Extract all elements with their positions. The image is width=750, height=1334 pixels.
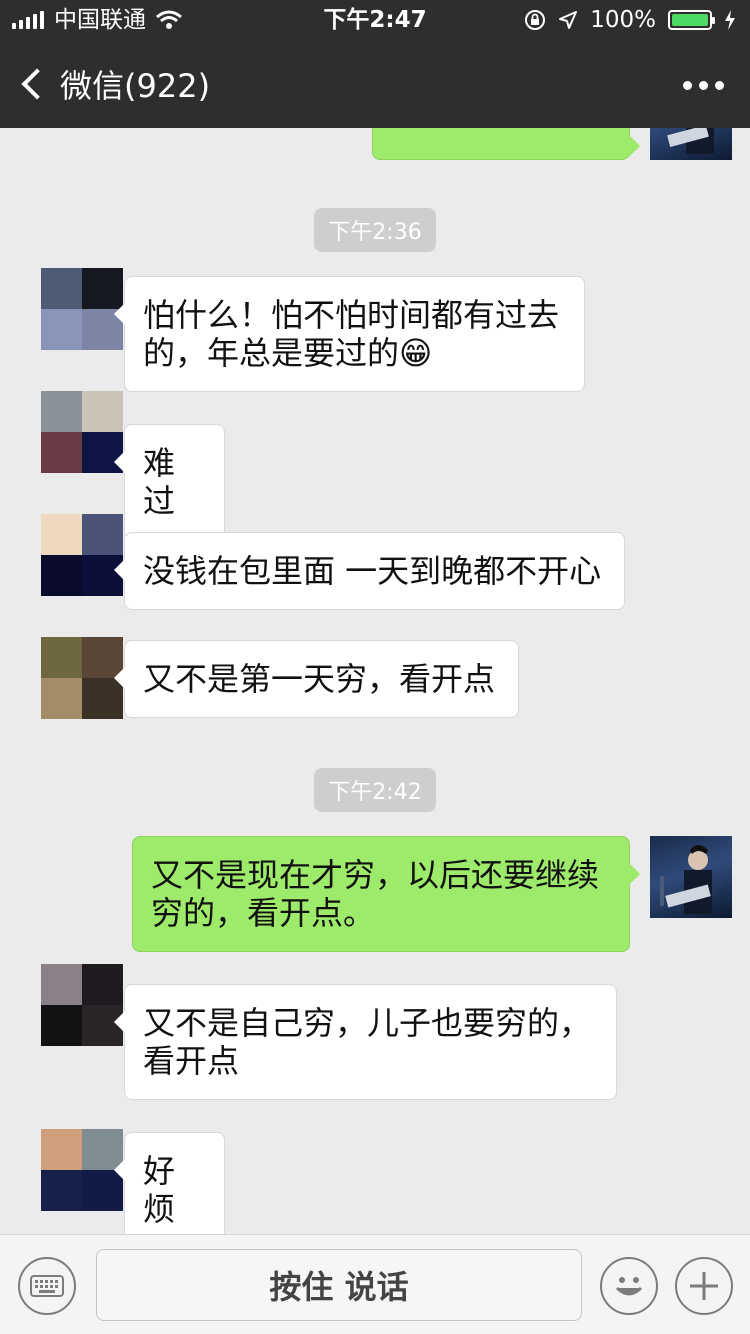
message-text: 又不是自己穷，儿子也要穷的，看开点	[143, 1004, 592, 1080]
status-right: 100%	[524, 0, 736, 40]
dot-icon	[683, 80, 692, 90]
message-text: 又不是第一天穷，看开点	[143, 660, 496, 698]
carrier-label: 中国联通	[54, 7, 146, 33]
timestamp-label: 下午2:36	[314, 208, 436, 252]
message-bubble[interactable]: 又不是现在才穷，以后还要继续穷的，看开点。	[132, 836, 640, 952]
dot-icon	[715, 80, 724, 90]
timestamp: 下午2:36	[0, 208, 750, 252]
more-options-button[interactable]	[683, 70, 724, 100]
my-avatar[interactable]	[650, 836, 732, 918]
back-label: 微信(922)	[60, 67, 211, 105]
battery-percent: 100%	[590, 7, 656, 33]
contact-avatar[interactable]	[41, 1129, 123, 1211]
timestamp-label: 下午2:42	[314, 768, 436, 812]
contact-avatar[interactable]	[41, 268, 123, 350]
battery-icon	[668, 10, 715, 30]
charging-bolt-icon	[725, 10, 735, 30]
person-icon	[667, 128, 714, 154]
nav-bar: 微信(922)	[0, 44, 750, 124]
location-arrow-icon	[559, 11, 578, 29]
message-text: 好烦	[143, 1152, 176, 1228]
hold-to-talk-label: 按住 说话	[269, 1268, 409, 1306]
my-avatar[interactable]	[650, 128, 732, 160]
message-bubble[interactable]: 没钱在包里面 一天到晚都不开心	[114, 532, 625, 610]
timestamp: 下午2:42	[0, 768, 750, 812]
chat-area[interactable]: 下午2:36 怕什么！怕不怕时间都有过去的，年总是要过的😁 难过 没钱在包里面 …	[0, 128, 750, 1234]
keyboard-toggle-button[interactable]	[18, 1257, 76, 1315]
signal-icon	[12, 11, 44, 29]
contact-avatar[interactable]	[41, 391, 123, 473]
hold-to-talk-button[interactable]: 按住 说话	[96, 1249, 582, 1321]
message-bubble[interactable]: 好烦	[114, 1132, 225, 1234]
message-text: 怕什么！怕不怕时间都有过去的，年总是要过的😁	[143, 296, 560, 372]
message-bubble[interactable]: 又不是自己穷，儿子也要穷的，看开点	[114, 984, 617, 1100]
orientation-lock-icon	[525, 10, 546, 30]
person-icon	[660, 845, 712, 914]
smiley-icon	[615, 1277, 643, 1296]
plus-icon	[690, 1272, 718, 1300]
more-functions-button[interactable]	[675, 1257, 733, 1315]
message-bubble-partial[interactable]	[372, 128, 640, 160]
message-bubble[interactable]: 怕什么！怕不怕时间都有过去的，年总是要过的😁	[114, 276, 585, 392]
back-button[interactable]: 微信(922)	[18, 62, 210, 106]
contact-avatar[interactable]	[41, 514, 123, 596]
chevron-left-icon	[21, 68, 53, 100]
status-left: 中国联通	[12, 0, 182, 40]
message-bubble[interactable]: 又不是第一天穷，看开点	[114, 640, 519, 718]
input-bar: 按住 说话	[0, 1234, 750, 1334]
emoji-button[interactable]	[600, 1257, 658, 1315]
keyboard-icon	[30, 1275, 64, 1297]
wifi-icon	[156, 10, 182, 29]
message-text: 又不是现在才穷，以后还要继续穷的，看开点。	[151, 856, 600, 932]
dot-icon	[699, 80, 708, 90]
message-text: 没钱在包里面 一天到晚都不开心	[143, 552, 602, 590]
contact-avatar[interactable]	[41, 637, 123, 719]
message-text: 难过	[143, 444, 176, 520]
message-bubble[interactable]: 难过	[114, 424, 225, 540]
status-bar: 中国联通 下午2:47 100%	[0, 0, 750, 40]
contact-avatar[interactable]	[41, 964, 123, 1046]
top-bar: 中国联通 下午2:47 100% 微信(922)	[0, 0, 750, 128]
